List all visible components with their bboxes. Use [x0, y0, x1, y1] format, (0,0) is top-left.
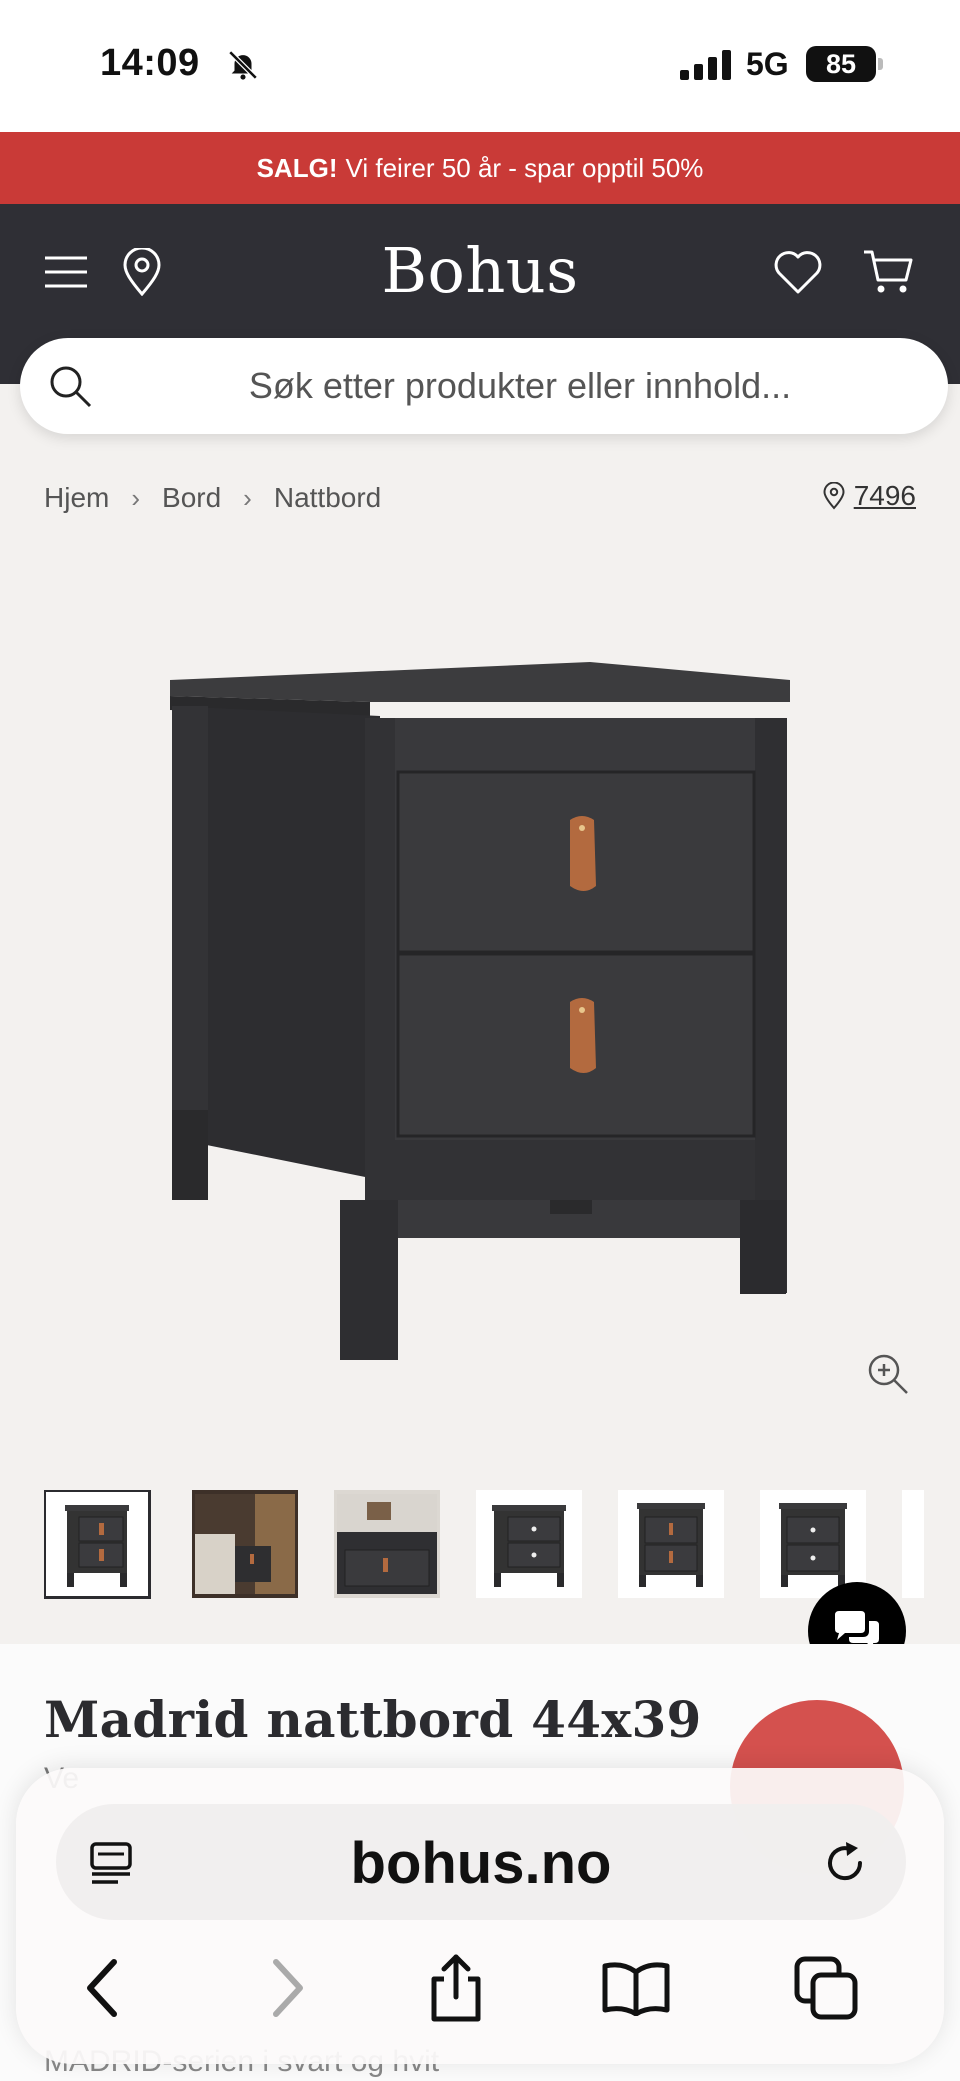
share-button[interactable]	[416, 1948, 496, 2028]
thumbnail-item[interactable]	[44, 1490, 151, 1599]
search-bar[interactable]	[20, 338, 948, 434]
search-input[interactable]	[120, 356, 920, 416]
cart-icon	[864, 250, 913, 293]
browser-toolbar: bohus.no	[16, 1768, 944, 2064]
battery-indicator: 85	[806, 46, 883, 82]
breadcrumb-item-nattbord[interactable]: Nattbord	[274, 482, 381, 514]
product-title: Madrid nattbord 44x39	[44, 1690, 702, 1749]
location-pin-icon	[823, 482, 845, 510]
store-selector[interactable]: 7496	[822, 480, 916, 512]
wishlist-button[interactable]	[770, 244, 826, 300]
breadcrumb-item-bord[interactable]: Bord	[162, 482, 221, 514]
share-icon	[431, 1954, 481, 2022]
thumbnail-item[interactable]	[476, 1490, 582, 1598]
chevron-right-icon: ›	[243, 482, 252, 513]
thumbnail-item[interactable]	[618, 1490, 724, 1598]
promo-banner[interactable]: SALG! Vi feirer 50 år - spar opptil 50%	[0, 132, 960, 204]
search-icon[interactable]	[46, 362, 94, 410]
menu-button[interactable]	[38, 244, 94, 300]
status-time: 14:09	[100, 42, 200, 84]
promo-text: Vi feirer 50 år - spar opptil 50%	[345, 152, 704, 183]
menu-icon	[45, 256, 87, 288]
store-postcode[interactable]: 7496	[854, 480, 916, 512]
signal-icon	[680, 50, 731, 80]
breadcrumb-item-home[interactable]: Hjem	[44, 482, 109, 514]
back-button[interactable]	[62, 1948, 142, 2028]
store-locator-button[interactable]	[114, 244, 170, 300]
book-icon	[602, 1962, 670, 2016]
silent-bell-icon	[228, 50, 258, 80]
promo-highlight: SALG!	[256, 152, 338, 183]
zoom-icon[interactable]	[866, 1352, 910, 1396]
page-menu-icon[interactable]	[86, 1840, 136, 1886]
tabs-icon	[794, 1956, 858, 2020]
cart-button[interactable]	[860, 244, 916, 300]
thumbnail-item[interactable]	[334, 1490, 440, 1598]
chevron-right-icon	[273, 1959, 303, 2017]
thumbnail-item[interactable]	[192, 1490, 298, 1598]
network-type: 5G	[746, 46, 789, 82]
heart-icon	[774, 251, 822, 294]
thumbnail-item[interactable]	[902, 1490, 924, 1598]
breadcrumb: Hjem › Bord › Nattbord	[44, 482, 381, 514]
reload-icon[interactable]	[820, 1838, 870, 1888]
thumbnail-strip[interactable]	[44, 1490, 924, 1600]
tabs-button[interactable]	[786, 1948, 866, 2028]
product-image[interactable]	[150, 640, 810, 1360]
bookmarks-button[interactable]	[596, 1948, 676, 2028]
url-text[interactable]: bohus.no	[351, 1831, 612, 1896]
forward-button[interactable]	[248, 1948, 328, 2028]
site-logo[interactable]: Bohus	[381, 234, 578, 307]
status-bar: 14:09 5G 85	[0, 0, 960, 132]
address-bar[interactable]: bohus.no	[56, 1804, 906, 1920]
chevron-left-icon	[87, 1959, 117, 2017]
location-pin-icon	[123, 248, 161, 296]
chevron-right-icon: ›	[131, 482, 141, 513]
